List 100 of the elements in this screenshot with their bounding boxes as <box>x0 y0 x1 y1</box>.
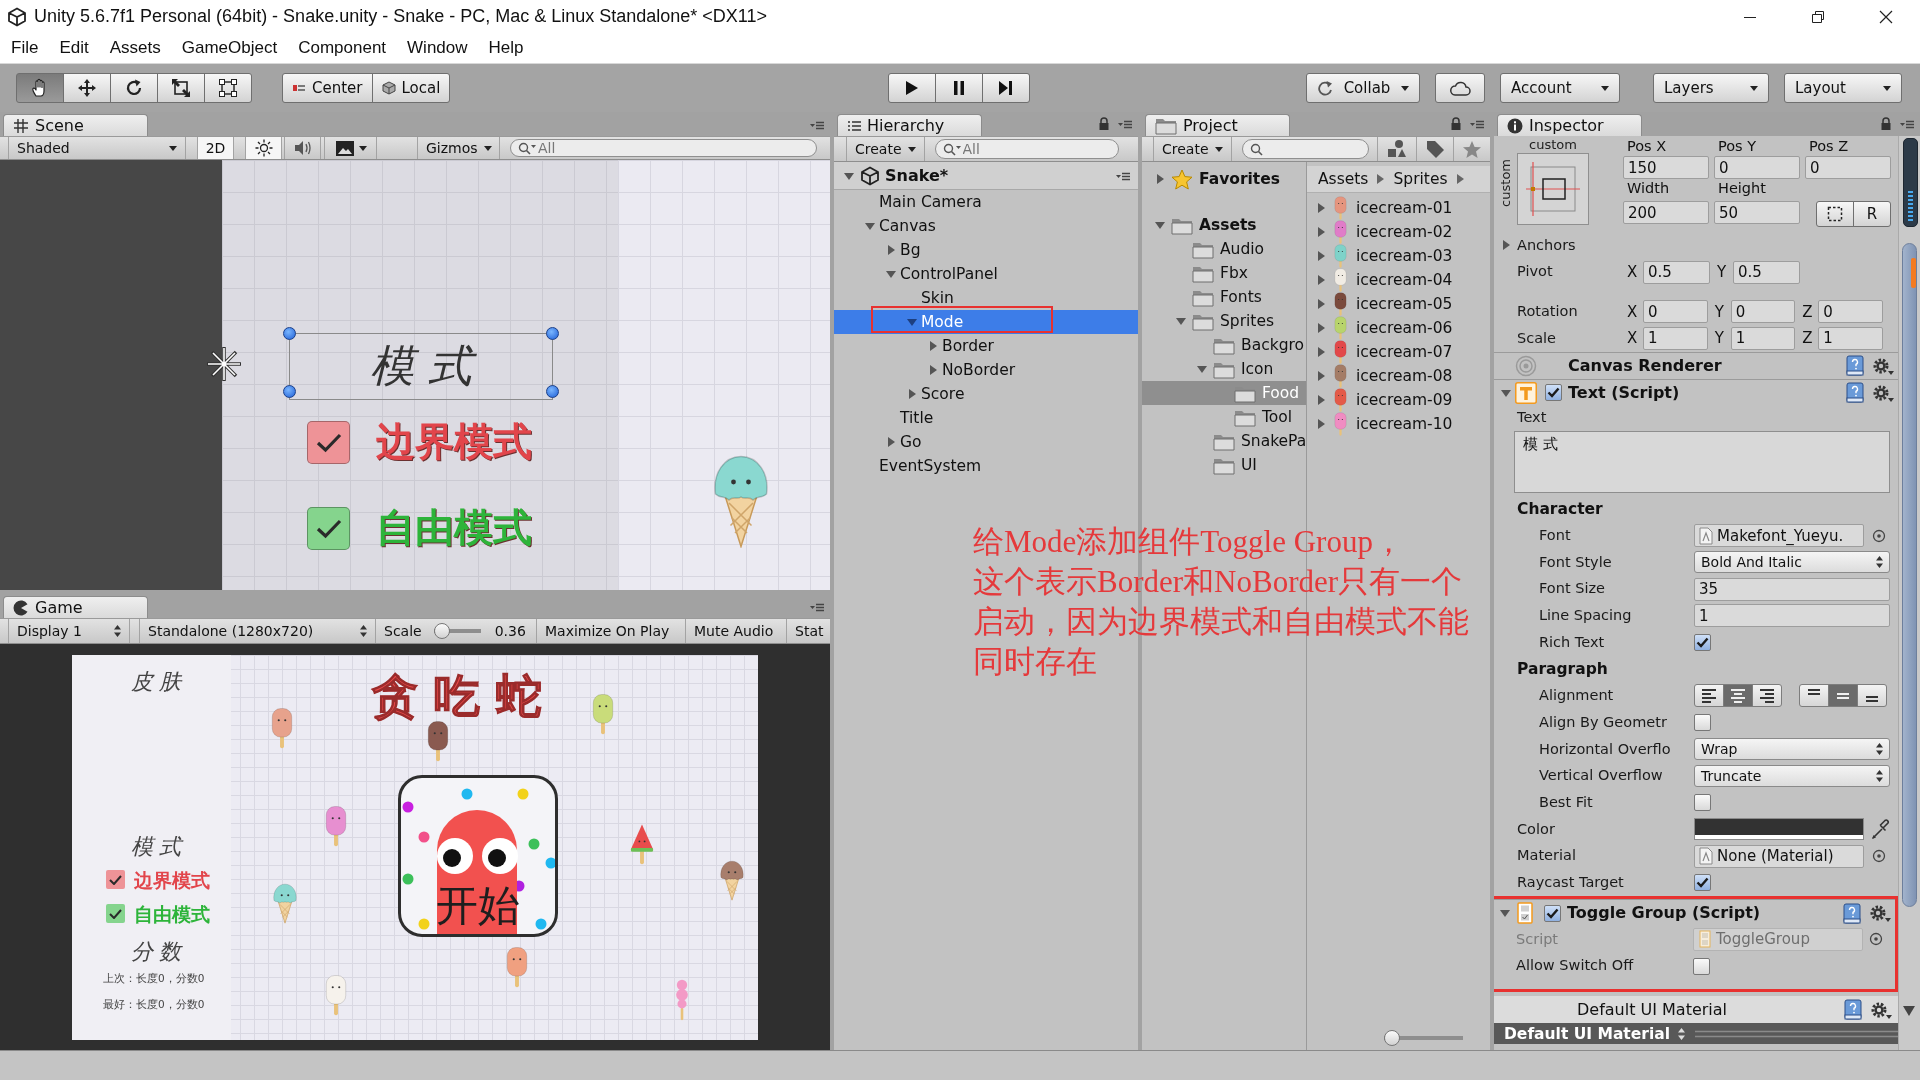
number-field[interactable]: 150 <box>1623 156 1709 179</box>
pivot-mode-button[interactable]: Center <box>282 73 373 103</box>
hierarchy-item[interactable]: Title <box>834 406 1138 430</box>
hierarchy-item[interactable]: NoBorder <box>834 358 1138 382</box>
asset-item[interactable]: icecream-05 <box>1307 292 1490 316</box>
checkbox[interactable] <box>1694 874 1711 892</box>
checkbox[interactable] <box>1693 957 1710 975</box>
material-dropdown[interactable]: Default UI Material <box>1504 1024 1686 1044</box>
panel-menu-icon[interactable] <box>1900 118 1914 130</box>
restore-icon[interactable] <box>1811 10 1825 24</box>
triangle-right-icon[interactable] <box>1315 394 1327 406</box>
search-field[interactable]: All <box>510 139 817 157</box>
scene-toggle-button[interactable] <box>284 137 321 159</box>
panel-tab[interactable]: Game <box>3 596 148 618</box>
pivot-rotation-button[interactable]: Local <box>371 73 451 103</box>
triangle-right-icon[interactable] <box>906 388 918 400</box>
breadcrumb-item[interactable]: Assets <box>1318 169 1369 189</box>
dropdown[interactable]: Bold And Italic <box>1694 551 1890 574</box>
menu-item[interactable]: Window <box>407 38 468 59</box>
gear-icon[interactable] <box>1873 383 1894 402</box>
menu-item[interactable]: Edit <box>59 38 89 59</box>
number-field[interactable]: 0.5 <box>1733 260 1800 284</box>
hierarchy-item[interactable]: Go <box>834 430 1138 454</box>
hierarchy-item[interactable]: EventSystem <box>834 454 1138 478</box>
object-picker-icon[interactable] <box>1869 932 1883 947</box>
asset-item[interactable]: icecream-04 <box>1307 268 1490 292</box>
gear-icon[interactable] <box>1873 356 1894 375</box>
hierarchy-item[interactable]: Score <box>834 382 1138 406</box>
hierarchy-item[interactable]: Main Camera <box>834 190 1138 214</box>
help-book-icon[interactable] <box>1845 382 1865 404</box>
folder-item[interactable]: Tool <box>1142 405 1306 429</box>
close-icon[interactable] <box>1879 10 1893 24</box>
number-field[interactable]: 0.5 <box>1643 260 1710 284</box>
triangle-right-icon[interactable] <box>1315 346 1327 358</box>
number-field[interactable]: 1 <box>1643 326 1708 350</box>
triangle-down-icon[interactable] <box>1196 363 1208 375</box>
number-field[interactable]: 1 <box>1730 326 1796 350</box>
object-field[interactable]: None (Material) <box>1694 844 1864 868</box>
number-field[interactable]: 0 <box>1730 300 1796 324</box>
toggle-checkbox[interactable] <box>106 904 125 924</box>
enable-checkbox[interactable] <box>1545 384 1562 402</box>
asset-item[interactable]: icecream-02 <box>1307 220 1490 244</box>
triangle-down-icon[interactable] <box>864 220 876 232</box>
number-field[interactable]: 0 <box>1805 156 1891 179</box>
number-field[interactable]: 1 <box>1694 604 1890 628</box>
asset-item[interactable]: icecream-09 <box>1307 388 1490 412</box>
triangle-right-icon[interactable] <box>885 436 897 448</box>
triangle-right-icon[interactable] <box>885 244 897 256</box>
triangle-right-icon[interactable] <box>927 340 939 352</box>
gizmos-dropdown[interactable]: Gizmos <box>418 137 500 159</box>
breadcrumb-item[interactable]: Sprites <box>1393 169 1448 189</box>
search-field[interactable]: All <box>934 139 1119 159</box>
triangle-down-icon[interactable] <box>1175 315 1187 327</box>
lock-icon[interactable] <box>1098 117 1110 131</box>
search-field[interactable] <box>1241 139 1369 159</box>
hierarchy-item[interactable]: Skin <box>834 286 1138 310</box>
scrollbar-thumb[interactable] <box>1902 243 1917 907</box>
toggle-checkbox[interactable] <box>307 421 350 464</box>
display-dropdown[interactable]: Display 1 <box>8 619 130 643</box>
hierarchy-item[interactable]: ControlPanel <box>834 262 1138 286</box>
object-picker-icon[interactable] <box>1872 528 1886 543</box>
anchor-preset-button[interactable] <box>1517 153 1589 225</box>
hierarchy-item[interactable]: Canvas <box>834 214 1138 238</box>
triangle-right-icon[interactable] <box>1315 202 1327 214</box>
hierarchy-item[interactable]: Border <box>834 334 1138 358</box>
help-book-icon[interactable] <box>1842 902 1862 924</box>
folder-item[interactable]: Assets <box>1142 213 1306 237</box>
resolution-dropdown[interactable]: Standalone (1280x720) <box>139 619 376 643</box>
align-middle-button[interactable] <box>1828 684 1858 708</box>
menu-item[interactable]: File <box>11 38 39 59</box>
folder-item[interactable]: Audio <box>1142 237 1306 261</box>
eyedropper-icon[interactable] <box>1870 818 1890 840</box>
folder-item[interactable]: Favorites <box>1142 167 1306 191</box>
number-field[interactable]: 35 <box>1694 577 1890 601</box>
help-book-icon[interactable] <box>1843 999 1863 1021</box>
asset-item[interactable]: icecream-07 <box>1307 340 1490 364</box>
blueprint-mode-button[interactable] <box>1816 201 1854 227</box>
triangle-right-icon[interactable] <box>1315 370 1327 382</box>
object-picker-icon[interactable] <box>1872 849 1886 864</box>
triangle-right-icon[interactable] <box>1154 173 1166 185</box>
asset-item[interactable]: icecream-10 <box>1307 412 1490 436</box>
text-area[interactable]: 模 式 <box>1514 430 1890 493</box>
triangle-right-icon[interactable] <box>927 364 939 376</box>
panel-tab[interactable]: Inspector <box>1497 114 1642 136</box>
checkbox[interactable] <box>1694 634 1711 652</box>
menu-item[interactable]: Help <box>488 38 524 59</box>
number-field[interactable]: 1 <box>1818 326 1883 350</box>
align-center-button[interactable] <box>1723 684 1753 708</box>
toolbar-toggle-button[interactable]: Maximize On Play <box>537 619 686 643</box>
panel-tab[interactable]: Scene <box>3 114 148 136</box>
collab-dropdown[interactable]: Collab <box>1306 73 1420 103</box>
align-bottom-button[interactable] <box>1857 684 1887 708</box>
triangle-right-icon[interactable] <box>1315 418 1327 430</box>
star-icon[interactable] <box>1461 139 1482 159</box>
folder-item[interactable]: Fonts <box>1142 285 1306 309</box>
shapes-icon[interactable] <box>1385 139 1408 159</box>
checkbox[interactable] <box>1694 794 1711 812</box>
gear-icon[interactable] <box>1871 1000 1892 1019</box>
create-dropdown[interactable]: Create <box>846 137 925 161</box>
menu-item[interactable]: GameObject <box>181 38 278 59</box>
